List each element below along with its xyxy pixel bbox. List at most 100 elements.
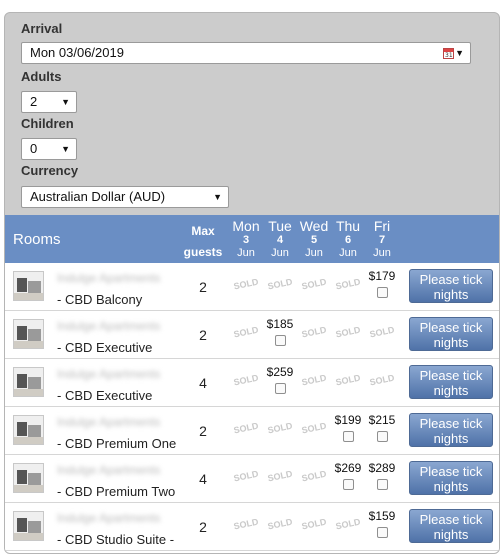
sold-label: SOLD <box>266 468 294 484</box>
max-header-line2: guests <box>183 245 223 259</box>
availability-table: Rooms Max guests Mon 3 Jun Tue 4 Jun Wed… <box>5 215 499 553</box>
night-checkbox[interactable] <box>376 527 388 538</box>
sold-label: SOLD <box>266 516 294 532</box>
max-guests: 4 <box>199 375 207 391</box>
day-date: 5 <box>310 234 318 246</box>
day-date: 4 <box>276 234 284 246</box>
day-month: Jun <box>339 247 357 259</box>
sold-cell: SOLD <box>297 269 331 292</box>
sold-cell: SOLD <box>229 413 263 436</box>
night-checkbox[interactable] <box>342 431 354 442</box>
max-guests-header: Max guests <box>179 221 227 263</box>
property-name: Indulge Apartments <box>57 367 161 381</box>
sold-label: SOLD <box>334 516 362 532</box>
room-thumbnail[interactable] <box>13 511 44 541</box>
sold-label: SOLD <box>368 324 396 340</box>
sold-label: SOLD <box>334 372 362 388</box>
room-thumbnail[interactable] <box>13 319 44 349</box>
night-checkbox[interactable] <box>376 287 388 298</box>
day-month: Jun <box>305 247 323 259</box>
night-price: $215 <box>368 413 396 427</box>
room-name: Indulge Apartments - CBD Balcony <box>57 271 160 309</box>
sold-label: SOLD <box>368 372 396 388</box>
table-row: Indulge Apartments - CBD Premium Two 4 SOLD… <box>5 455 499 503</box>
price-cell: $215 <box>365 413 399 442</box>
max-header-line1: Max <box>191 224 215 238</box>
sold-cell: SOLD <box>229 509 263 532</box>
room-type: - CBD Premium Two <box>57 484 176 499</box>
sold-cell: SOLD <box>331 509 365 532</box>
please-tick-nights-button[interactable]: Please tick nights <box>409 365 493 399</box>
please-tick-nights-button[interactable]: Please tick nights <box>409 317 493 351</box>
sold-cell: SOLD <box>297 317 331 340</box>
night-checkbox[interactable] <box>274 383 286 394</box>
children-value: 0 <box>30 141 38 156</box>
sold-label: SOLD <box>232 516 260 532</box>
night-checkbox[interactable] <box>376 431 388 442</box>
room-name: Indulge Apartments - CBD Studio Suite - <box>57 511 174 549</box>
sold-cell: SOLD <box>263 461 297 484</box>
table-row: Indulge Apartments - CBD Premium One 2 SOLD… <box>5 407 499 455</box>
table-header: Rooms Max guests Mon 3 Jun Tue 4 Jun Wed… <box>5 215 499 263</box>
sold-cell: SOLD <box>297 413 331 436</box>
property-name: Indulge Apartments <box>57 319 161 333</box>
day-header: Thu 6 Jun <box>331 219 365 260</box>
day-date: 7 <box>378 234 386 246</box>
night-checkbox[interactable] <box>376 479 388 490</box>
day-month: Jun <box>237 247 255 259</box>
adults-value: 2 <box>30 94 38 109</box>
night-price: $159 <box>368 509 396 523</box>
room-thumbnail[interactable] <box>13 367 44 397</box>
price-cell: $269 <box>331 461 365 490</box>
booking-panel: Arrival Mon 03/06/2019 31 ▼ Adults 2 ▼ C… <box>4 12 500 554</box>
rooms-header: Rooms <box>13 231 61 248</box>
room-thumbnail[interactable] <box>13 415 44 445</box>
night-price: $199 <box>334 413 362 427</box>
room-type: - CBD Executive <box>57 340 153 355</box>
chevron-down-icon: ▼ <box>455 48 464 58</box>
day-date: 6 <box>344 234 352 246</box>
currency-select[interactable]: Australian Dollar (AUD) ▼ <box>21 186 229 208</box>
day-header: Mon 3 Jun <box>229 219 263 260</box>
night-checkbox[interactable] <box>342 479 354 490</box>
arrival-date-select[interactable]: Mon 03/06/2019 31 ▼ <box>21 42 471 64</box>
night-price: $185 <box>266 317 294 331</box>
room-name: Indulge Apartments - CBD Executive <box>57 319 160 357</box>
night-checkbox[interactable] <box>274 335 286 346</box>
night-price: $269 <box>334 461 362 475</box>
sold-label: SOLD <box>232 276 260 292</box>
sold-cell: SOLD <box>229 461 263 484</box>
sold-cell: SOLD <box>297 365 331 388</box>
sold-label: SOLD <box>232 420 260 436</box>
room-name: Indulge Apartments - CBD Premium Two <box>57 463 175 501</box>
arrival-date-value: Mon 03/06/2019 <box>30 45 124 60</box>
please-tick-nights-button[interactable]: Please tick nights <box>409 509 493 543</box>
room-thumbnail[interactable] <box>13 463 44 493</box>
sold-label: SOLD <box>232 468 260 484</box>
adults-select[interactable]: 2 ▼ <box>21 91 77 113</box>
please-tick-nights-button[interactable]: Please tick nights <box>409 413 493 447</box>
room-name: Indulge Apartments - CBD Executive <box>57 367 160 405</box>
children-select[interactable]: 0 ▼ <box>21 138 77 160</box>
room-thumbnail[interactable] <box>13 271 44 301</box>
please-tick-nights-button[interactable]: Please tick nights <box>409 269 493 303</box>
price-cell: $199 <box>331 413 365 442</box>
sold-cell: SOLD <box>331 365 365 388</box>
table-row: Indulge Apartments - CBD Studio Suite - 2 S… <box>5 503 499 551</box>
night-price: $289 <box>368 461 396 475</box>
sold-label: SOLD <box>300 516 328 532</box>
max-guests: 4 <box>199 471 207 487</box>
sold-cell: SOLD <box>263 509 297 532</box>
sold-label: SOLD <box>232 324 260 340</box>
sold-label: SOLD <box>300 324 328 340</box>
please-tick-nights-button[interactable]: Please tick nights <box>409 461 493 495</box>
sold-label: SOLD <box>232 372 260 388</box>
chevron-down-icon: ▼ <box>61 97 70 107</box>
sold-label: SOLD <box>300 276 328 292</box>
table-row: Indulge Apartments - CBD Executive 2 SOLD $1… <box>5 311 499 359</box>
max-guests: 2 <box>199 423 207 439</box>
sold-label: SOLD <box>334 324 362 340</box>
sold-cell: SOLD <box>229 365 263 388</box>
sold-label: SOLD <box>300 420 328 436</box>
room-name: Indulge Apartments - CBD Premium One <box>57 415 176 453</box>
